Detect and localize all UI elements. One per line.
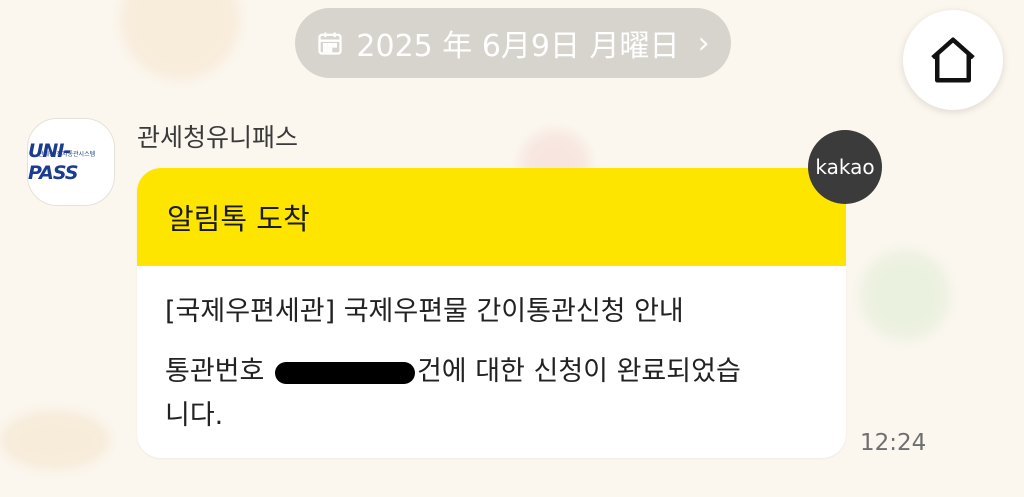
home-icon xyxy=(931,37,975,83)
message-body: [국제우편세관] 국제우편물 간이통관신청 안내 통관번호 건에 대한 신청이 … xyxy=(137,266,846,438)
sender-avatar[interactable]: 관세청 전자통관시스템 UNI-PASS xyxy=(27,118,115,206)
message-bubble[interactable]: 알림톡 도착 [국제우편세관] 국제우편물 간이통관신청 안내 통관번호 건에 … xyxy=(137,168,846,458)
wallpaper-blob xyxy=(860,250,950,340)
message-line-suffix: 건에 대한 신청이 완료되었습 xyxy=(416,356,741,387)
home-button[interactable] xyxy=(903,10,1003,110)
message-line: [국제우편세관] 국제우편물 간이통관신청 안내 xyxy=(165,296,684,327)
chevron-right-icon: › xyxy=(697,25,710,61)
sender-name: 관세청유니패스 xyxy=(137,123,299,152)
message-line: 통관번호 건에 대한 신청이 완료되었습 xyxy=(165,350,818,394)
message-line-prefix: 통관번호 xyxy=(165,356,273,387)
message-line: 니다. xyxy=(165,400,224,431)
calendar-icon xyxy=(318,32,343,55)
avatar-logo-text: UNI-PASS xyxy=(28,140,79,184)
wallpaper-blob xyxy=(120,0,240,80)
date-header-pill[interactable]: 2025 年 6月9日 月曜日 › xyxy=(295,8,731,78)
redaction-bar xyxy=(274,361,415,384)
avatar-logo-caption: 관세청 전자통관시스템 xyxy=(38,151,96,158)
date-header-text: 2025 年 6月9日 月曜日 xyxy=(356,29,680,64)
message-header: 알림톡 도착 xyxy=(137,168,846,266)
wallpaper-blob xyxy=(0,410,110,470)
message-time: 12:24 xyxy=(860,430,927,456)
kakao-badge: kakao xyxy=(808,130,882,204)
